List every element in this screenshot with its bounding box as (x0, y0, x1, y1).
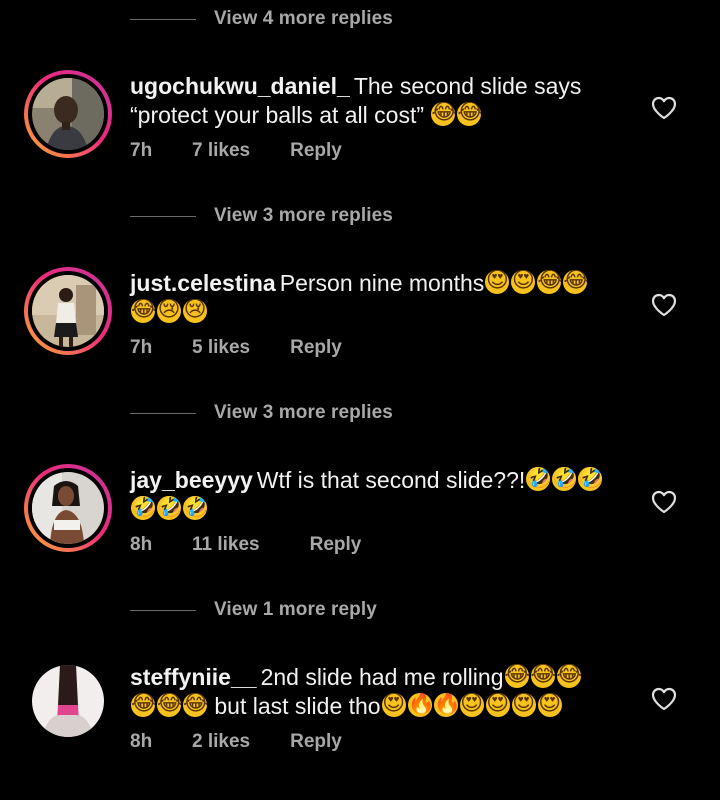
comment-item: ugochukwu_daniel_ The second slide says “… (0, 70, 720, 190)
comment-text-line2: “protect your balls at all cost” (130, 102, 425, 128)
comment-username[interactable]: jay_beeyyy (130, 467, 253, 493)
view-more-replies-button[interactable]: View 3 more replies (130, 201, 393, 231)
emoji-laughing: 😂 (131, 299, 155, 323)
view-more-replies-button[interactable]: View 3 more replies (130, 398, 393, 428)
comment-text-line2: but last slide tho (214, 693, 381, 719)
emoji-laughing: 😂 (431, 102, 456, 126)
emoji-rolling-laughing: 🤣 (526, 467, 551, 491)
emoji-heart-eyes: 😍 (511, 270, 536, 294)
profile-photo-icon (32, 472, 104, 544)
like-heart-icon[interactable] (651, 490, 677, 514)
reply-button[interactable]: Reply (290, 337, 342, 359)
emoji-laughing: 😂 (504, 664, 529, 688)
emoji-fire: 🔥 (407, 693, 432, 717)
profile-photo-icon (32, 665, 104, 737)
emoji-laughing: 😂 (183, 693, 207, 717)
emoji-rolling-laughing: 🤣 (131, 496, 155, 520)
profile-photo-icon (32, 275, 104, 347)
comment-text: The second slide says (353, 73, 582, 99)
comment-timestamp: 7h (130, 337, 153, 358)
comment-username[interactable]: steffyniie__ (130, 664, 257, 690)
reply-button[interactable]: Reply (290, 140, 342, 162)
comment-likes-count[interactable]: 2 likes (192, 731, 250, 753)
emoji-laughing: 😂 (563, 270, 588, 294)
divider-line (130, 215, 196, 217)
emoji-crying: 😢 (157, 299, 181, 323)
avatar[interactable] (24, 70, 112, 158)
divider-line (130, 412, 196, 414)
emoji-heart-eyes: 😍 (537, 693, 562, 717)
emoji-heart-eyes: 😍 (381, 693, 406, 717)
like-heart-icon[interactable] (651, 293, 677, 317)
comment-timestamp: 8h (130, 731, 153, 752)
emoji-rolling-laughing: 🤣 (183, 496, 207, 520)
comment-timestamp: 8h (130, 534, 153, 555)
like-heart-icon[interactable] (651, 687, 677, 711)
emoji-heart-eyes: 😍 (511, 693, 536, 717)
emoji-laughing: 😂 (157, 693, 181, 717)
emoji-laughing: 😂 (131, 693, 155, 717)
view-replies-label: View 4 more replies (214, 8, 393, 29)
like-heart-icon[interactable] (651, 96, 677, 120)
emoji-laughing: 😂 (556, 664, 581, 688)
view-replies-label: View 3 more replies (214, 402, 393, 423)
avatar[interactable] (32, 665, 104, 737)
comment-text: Wtf is that second slide??! (256, 467, 526, 493)
view-more-replies-button[interactable]: View 4 more replies (130, 4, 393, 34)
comment-item: just.celestina Person nine months😍 😍 😂😂 😂😢 😢… (0, 267, 720, 387)
reply-button[interactable]: Reply (310, 534, 362, 556)
comment-timestamp: 7h (130, 140, 153, 161)
comment-text: Person nine months (279, 270, 485, 296)
comment-username[interactable]: ugochukwu_daniel_ (130, 73, 350, 99)
emoji-heart-eyes: 😍 (485, 270, 510, 294)
comment-username[interactable]: just.celestina (130, 270, 276, 296)
divider-line (130, 609, 196, 611)
emoji-heart-eyes: 😍 (459, 693, 484, 717)
comment-likes-count[interactable]: 7 likes (192, 140, 250, 162)
comment-text: 2nd slide had me rolling (260, 664, 504, 690)
comment-item: steffyniie__ 2nd slide had me rolling😂😂😂 … (0, 661, 720, 781)
emoji-rolling-laughing: 🤣 (578, 467, 603, 491)
emoji-rolling-laughing: 🤣 (552, 467, 577, 491)
emoji-laughing: 😂 (530, 664, 555, 688)
emoji-rolling-laughing: 🤣 (157, 496, 181, 520)
avatar[interactable] (24, 464, 112, 552)
emoji-crying: 😢 (183, 299, 207, 323)
emoji-laughing: 😂 (537, 270, 562, 294)
avatar[interactable] (24, 267, 112, 355)
view-replies-label: View 3 more replies (214, 205, 393, 226)
emoji-heart-eyes: 😍 (485, 693, 510, 717)
emoji-laughing: 😂 (457, 102, 482, 126)
comment-likes-count[interactable]: 5 likes (192, 337, 250, 359)
profile-photo-icon (32, 78, 104, 150)
reply-button[interactable]: Reply (290, 731, 342, 753)
view-more-replies-button[interactable]: View 1 more reply (130, 595, 377, 625)
divider-line (130, 18, 196, 20)
view-replies-label: View 1 more reply (214, 599, 377, 620)
comment-likes-count[interactable]: 11 likes (192, 534, 260, 556)
comment-item: jay_beeyyy Wtf is that second slide??!🤣🤣🤣… (0, 464, 720, 584)
emoji-fire: 🔥 (433, 693, 458, 717)
